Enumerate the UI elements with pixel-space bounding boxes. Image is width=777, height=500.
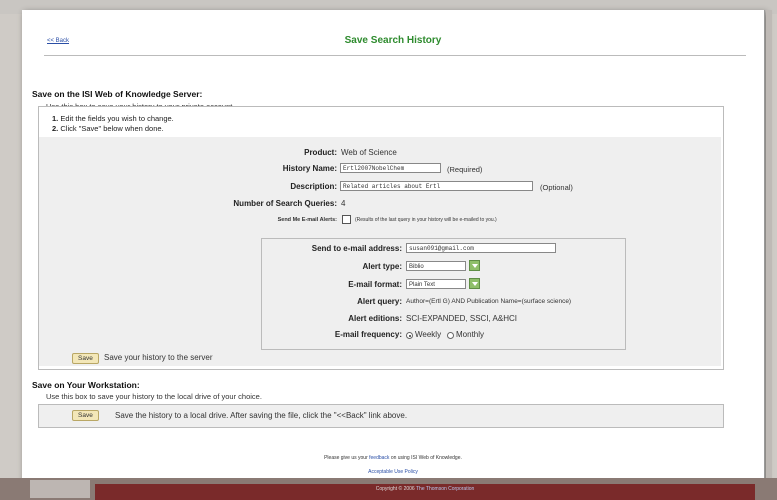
product-value: Web of Science <box>341 148 397 157</box>
email-frequency-label: E-mail frequency: <box>334 330 402 339</box>
browser-page: Save Search History << Back Save on the … <box>22 10 772 482</box>
alert-email-input[interactable]: susan091@gmail.com <box>406 243 556 253</box>
feedback-line: Please give us your feedback on using IS… <box>22 455 764 461</box>
save-to-workstation-text: Save the history to a local drive. After… <box>115 411 408 420</box>
alert-type-label: Alert type: <box>362 262 402 271</box>
product-label: Product: <box>304 148 337 157</box>
description-optional: (Optional) <box>540 183 573 192</box>
search-queries-label: Number of Search Queries: <box>233 199 337 208</box>
description-input[interactable]: Related articles about Ertl <box>340 181 533 191</box>
save-to-workstation-button[interactable]: Save <box>72 410 99 421</box>
email-format-dropdown-icon[interactable] <box>469 278 480 289</box>
copyright-line: Copyright © 2006 The Thomson Corporation <box>95 486 755 492</box>
email-alerts-checkbox[interactable] <box>342 215 351 224</box>
thomson-link[interactable]: The Thomson Corporation <box>416 486 474 492</box>
save-to-server-text: Save your history to the server <box>104 353 213 362</box>
copyright-prefix: Copyright © 2006 <box>375 486 415 492</box>
instruction-steps: 1. Edit the fields you wish to change. 2… <box>52 114 174 134</box>
alert-editions-label: Alert editions: <box>348 314 402 323</box>
back-link[interactable]: << Back <box>47 38 69 44</box>
history-name-label: History Name: <box>282 164 337 173</box>
alert-type-dropdown-icon[interactable] <box>469 260 480 271</box>
alert-email-label: Send to e-mail address: <box>311 244 402 253</box>
page-header: Save Search History << Back <box>22 32 764 54</box>
alert-type-select[interactable]: Biblio <box>406 261 466 271</box>
page-title: Save Search History <box>344 35 442 46</box>
alert-editions-value: SCI-EXPANDED, SSCI, A&HCI <box>406 314 517 323</box>
email-alerts-note: (Results of the last query in your histo… <box>355 217 497 223</box>
policy-line: Acceptable Use Policy <box>22 469 764 475</box>
frequency-weekly-radio[interactable] <box>406 332 413 339</box>
page-edge <box>766 10 772 482</box>
feedback-link[interactable]: feedback <box>369 455 389 461</box>
header-divider <box>44 55 746 56</box>
workstation-section-title: Save on Your Workstation: <box>32 380 140 390</box>
frequency-weekly-label: Weekly <box>415 330 442 339</box>
acceptable-use-policy-link[interactable]: Acceptable Use Policy <box>368 469 418 475</box>
server-section-title: Save on the ISI Web of Knowledge Server: <box>32 89 203 99</box>
alert-query-label: Alert query: <box>357 297 402 306</box>
step-1: 1. Edit the fields you wish to change. <box>52 114 174 123</box>
feedback-prefix: Please give us your <box>324 455 368 461</box>
feedback-suffix: on using ISI Web of Knowledge. <box>390 455 462 461</box>
history-name-input[interactable]: Ertl2007NobelChem <box>340 163 441 173</box>
email-alerts-label: Send Me E-mail Alerts: <box>277 217 337 223</box>
email-format-label: E-mail format: <box>348 280 402 289</box>
workstation-section-description: Use this box to save your history to the… <box>46 392 262 401</box>
background-dark-band: Copyright © 2006 The Thomson Corporation <box>95 484 755 500</box>
frequency-monthly-label: Monthly <box>456 330 485 339</box>
search-queries-value: 4 <box>341 199 346 208</box>
frequency-monthly-radio[interactable] <box>447 332 454 339</box>
history-name-required: (Required) <box>447 165 483 174</box>
description-label: Description: <box>290 182 337 191</box>
background-tab <box>30 480 90 498</box>
step-2: 2. Click "Save" below when done. <box>52 124 164 133</box>
background-bottom: Copyright © 2006 The Thomson Corporation <box>0 478 777 500</box>
alert-query-value: Author=(Ertl G) AND Publication Name=(su… <box>406 298 572 305</box>
email-format-select[interactable]: Plain Text <box>406 279 466 289</box>
save-to-server-button[interactable]: Save <box>72 353 99 364</box>
